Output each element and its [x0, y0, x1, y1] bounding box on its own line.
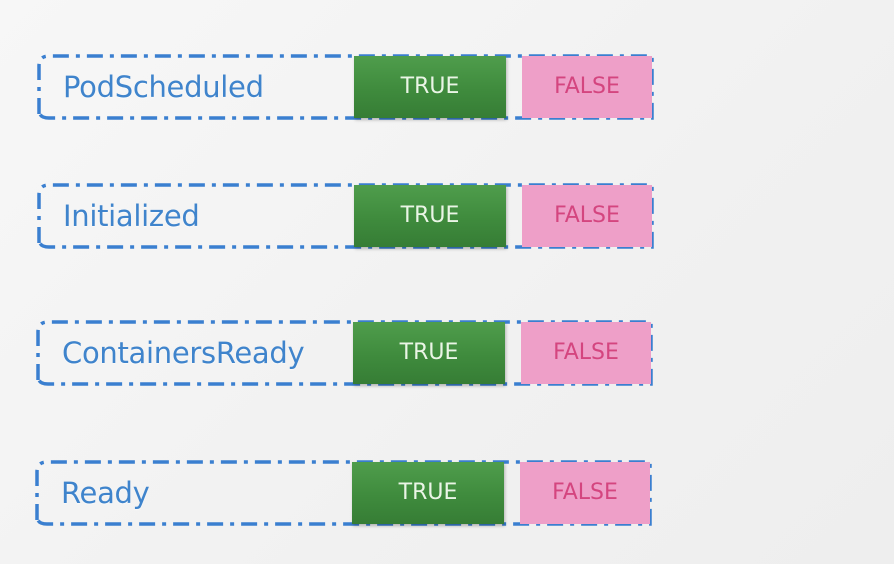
true-status-box: TRUE: [352, 462, 504, 524]
true-status-box: TRUE: [354, 185, 506, 247]
condition-row-initialized: Initialized TRUE FALSE: [37, 183, 654, 249]
false-status-box: FALSE: [521, 322, 651, 384]
condition-row-ready: Ready TRUE FALSE: [35, 460, 652, 526]
condition-row-podscheduled: PodScheduled TRUE FALSE: [37, 54, 654, 120]
false-status-box: FALSE: [520, 462, 650, 524]
false-status-box: FALSE: [522, 185, 652, 247]
condition-label: Initialized: [63, 199, 200, 233]
condition-label: Ready: [61, 476, 150, 510]
false-status-box: FALSE: [522, 56, 652, 118]
condition-label: ContainersReady: [62, 336, 305, 370]
condition-label: PodScheduled: [63, 70, 264, 104]
true-status-box: TRUE: [354, 56, 506, 118]
true-status-box: TRUE: [353, 322, 505, 384]
condition-row-containersready: ContainersReady TRUE FALSE: [36, 320, 653, 386]
